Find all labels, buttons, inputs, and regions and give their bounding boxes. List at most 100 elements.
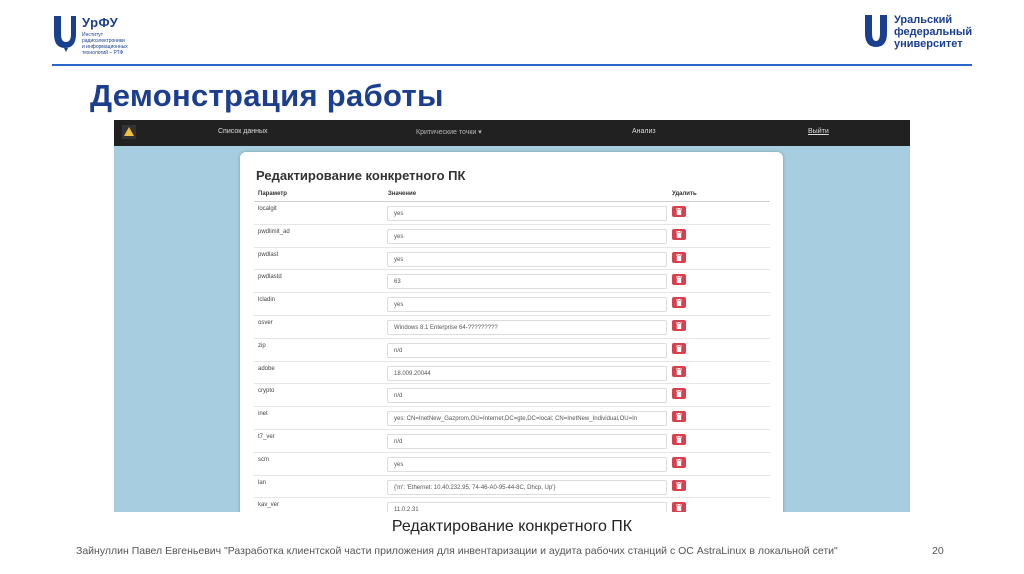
value-input[interactable]: yes: CN=InetNew_Gazprom,OU=Internet,DC=g… bbox=[387, 411, 667, 427]
parameter-name: adobe bbox=[258, 365, 275, 372]
value-input[interactable]: yes bbox=[387, 456, 667, 472]
column-header-parameter: Параметр bbox=[258, 191, 287, 197]
table-row: crypto n/d bbox=[254, 384, 770, 408]
delete-button[interactable] bbox=[672, 297, 686, 309]
table-row: kav_ver 11.0.2.31 bbox=[254, 498, 770, 512]
slide-title: Демонстрация работы bbox=[90, 78, 444, 113]
parameter-name: osver bbox=[258, 319, 273, 326]
nav-data-list[interactable]: Список данных bbox=[218, 128, 267, 135]
urfu-rtf-logo: УрФУ Институт радиоэлектроники и информа… bbox=[52, 14, 148, 58]
trash-icon bbox=[676, 367, 682, 375]
value-input[interactable]: n/d bbox=[387, 342, 667, 358]
delete-button[interactable] bbox=[672, 433, 686, 445]
parameter-name: pwdlimit_ad bbox=[258, 228, 290, 235]
trash-icon bbox=[676, 230, 682, 238]
trash-icon bbox=[676, 413, 682, 421]
table-header: Параметр Значение Удалить bbox=[254, 188, 770, 202]
table-row: localgit yes bbox=[254, 202, 770, 225]
nav-analysis[interactable]: Анализ bbox=[632, 128, 656, 135]
value-input[interactable]: n/d bbox=[387, 388, 667, 404]
parameter-name: scm bbox=[258, 456, 269, 463]
parameter-name: zip bbox=[258, 342, 266, 349]
edit-pc-card: Редактирование конкретного ПК Параметр З… bbox=[240, 152, 783, 512]
table-row: pwdlimit_ad yes bbox=[254, 225, 770, 248]
trash-icon bbox=[676, 321, 682, 329]
table-row: adobe 18.009.20044 bbox=[254, 362, 770, 385]
university-name: Уральский федеральный университет bbox=[894, 14, 972, 50]
delete-button[interactable] bbox=[672, 251, 686, 263]
delete-button[interactable] bbox=[672, 388, 686, 400]
parameter-name: pwdlast bbox=[258, 251, 279, 258]
table-row: lan {'m': 'Ethernet: 10.40.232.95, 74-46-… bbox=[254, 476, 770, 499]
value-input[interactable]: yes bbox=[387, 206, 667, 221]
delete-button[interactable] bbox=[672, 274, 686, 286]
value-input[interactable]: n/d bbox=[387, 433, 667, 449]
value-input[interactable]: 18.009.20044 bbox=[387, 365, 667, 381]
app-navbar: Список данных Критические точки ▾ Анализ… bbox=[114, 120, 910, 146]
university-name-line3: университет bbox=[894, 38, 963, 50]
delete-button[interactable] bbox=[672, 319, 686, 331]
value-input[interactable]: {'m': 'Ethernet: 10.40.232.95, 74-46-A0-… bbox=[387, 479, 667, 495]
delete-button[interactable] bbox=[672, 342, 686, 354]
delete-button[interactable] bbox=[672, 365, 686, 377]
delete-button[interactable] bbox=[672, 206, 686, 217]
page-number: 20 bbox=[932, 545, 944, 557]
delete-button[interactable] bbox=[672, 479, 686, 491]
university-name-line2: федеральный bbox=[894, 26, 973, 38]
urfu-university-logo: Уральский федеральный университет bbox=[864, 14, 976, 58]
parameter-name: t7_ver bbox=[258, 433, 275, 440]
logo-title: УрФУ bbox=[82, 15, 119, 30]
nav-logout[interactable]: Выйти bbox=[808, 128, 829, 135]
trash-icon bbox=[676, 208, 682, 215]
table-row: scm yes bbox=[254, 453, 770, 476]
parameter-name: lcladin bbox=[258, 297, 276, 304]
parameter-name: kav_ver bbox=[258, 502, 280, 509]
urfu-emblem-icon bbox=[54, 16, 76, 52]
table-row: osver Windows 8.1 Enterprise 64-????????? bbox=[254, 316, 770, 339]
table-body: localgit yes pwdlimit_ad yes pwdlast yes pwdla… bbox=[254, 202, 770, 512]
table-row: lcladin yes bbox=[254, 293, 770, 316]
table-row: zip n/d bbox=[254, 339, 770, 362]
table-row: pwdlast yes bbox=[254, 248, 770, 271]
value-input[interactable]: 11.0.2.31 bbox=[387, 502, 667, 512]
trash-icon bbox=[676, 276, 682, 284]
table-row: inet yes: CN=InetNew_Gazprom,OU=Internet,… bbox=[254, 407, 770, 430]
trash-icon bbox=[676, 435, 682, 443]
card-title: Редактирование конкретного ПК bbox=[256, 168, 466, 183]
parameter-name: lan bbox=[258, 479, 267, 486]
trash-icon bbox=[676, 344, 682, 352]
trash-icon bbox=[676, 299, 682, 307]
trash-icon bbox=[676, 458, 682, 466]
trash-icon bbox=[676, 253, 682, 261]
table-row: pwdlastd 63 bbox=[254, 270, 770, 294]
parameter-name: inet bbox=[258, 411, 268, 418]
trash-icon bbox=[676, 504, 682, 512]
delete-button[interactable] bbox=[672, 502, 686, 512]
parameter-name: crypto bbox=[258, 388, 275, 395]
university-name-line1: Уральский bbox=[894, 14, 953, 26]
value-input[interactable]: yes bbox=[387, 297, 667, 313]
delete-button[interactable] bbox=[672, 456, 686, 468]
parameter-name: pwdlastd bbox=[258, 274, 282, 281]
trash-icon bbox=[676, 481, 682, 489]
footer-author-text: Зайнуллин Павел Евгеньевич "Разработка к… bbox=[76, 545, 838, 557]
value-input[interactable]: Windows 8.1 Enterprise 64-????????? bbox=[387, 319, 667, 335]
urfu-emblem-icon bbox=[865, 15, 887, 47]
figure-caption: Редактирование конкретного ПК bbox=[391, 518, 633, 535]
value-input[interactable]: yes bbox=[387, 251, 667, 267]
app-screenshot: Список данных Критические точки ▾ Анализ… bbox=[114, 120, 910, 512]
value-input[interactable]: 63 bbox=[387, 274, 667, 290]
value-input[interactable]: yes bbox=[387, 228, 667, 244]
delete-button[interactable] bbox=[672, 411, 686, 423]
params-table: Параметр Значение Удалить localgit yes pwd… bbox=[254, 188, 770, 512]
header-divider bbox=[52, 64, 972, 66]
delete-button[interactable] bbox=[672, 228, 686, 240]
parameter-name: localgit bbox=[258, 206, 277, 212]
column-header-value: Значение bbox=[388, 191, 417, 197]
table-row: t7_ver n/d bbox=[254, 430, 770, 453]
column-header-delete: Удалить bbox=[672, 191, 697, 197]
nav-critical-points-dropdown[interactable]: Критические точки ▾ bbox=[416, 128, 482, 136]
trash-icon bbox=[676, 390, 682, 398]
app-logo-icon[interactable] bbox=[122, 125, 136, 139]
logo-subtitle: Институт радиоэлектроники и информационн… bbox=[82, 32, 128, 56]
